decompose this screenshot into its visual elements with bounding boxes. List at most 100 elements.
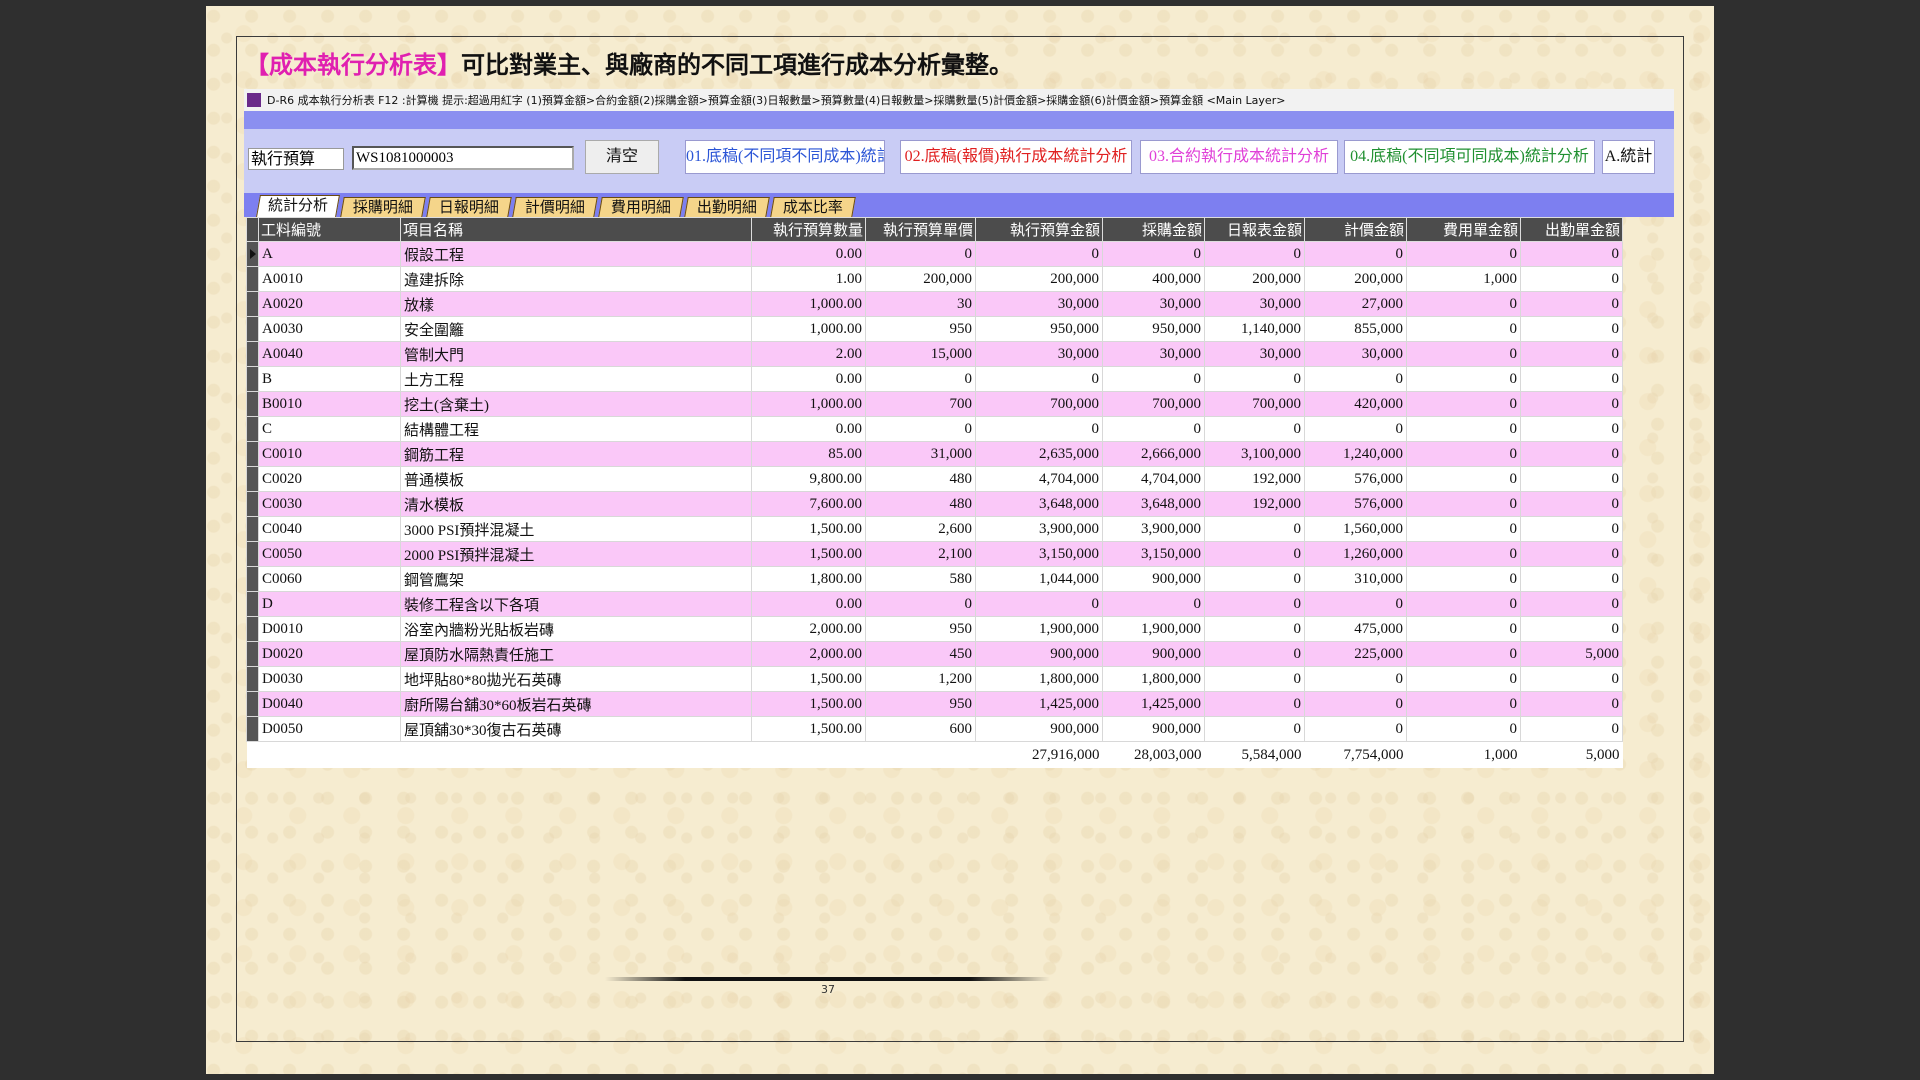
row-selector[interactable] — [246, 516, 259, 542]
table-cell[interactable]: 950 — [865, 616, 976, 642]
row-selector[interactable] — [246, 391, 259, 417]
table-cell[interactable]: 0 — [1520, 241, 1623, 267]
table-row[interactable]: A0040 管制大門 2.00 15,000 30,000 30,000 30,000 30,… — [246, 341, 1623, 367]
table-cell[interactable]: 576,000 — [1304, 491, 1407, 517]
table-cell[interactable]: 管制大門 — [400, 341, 752, 367]
table-cell[interactable]: 3000 PSI預拌混凝土 — [400, 516, 752, 542]
table-cell[interactable]: 0 — [1406, 566, 1521, 592]
table-cell[interactable]: 0 — [1520, 366, 1623, 392]
table-cell[interactable]: 0 — [975, 591, 1103, 617]
table-cell[interactable]: 0 — [1520, 291, 1623, 317]
table-cell[interactable]: 0 — [1204, 616, 1305, 642]
table-cell[interactable]: 3,648,000 — [975, 491, 1103, 517]
table-row[interactable]: A0010 違建拆除 1.00 200,000 200,000 400,000 200,00… — [246, 266, 1623, 292]
table-cell[interactable]: 0 — [1406, 641, 1521, 667]
table-cell[interactable]: D0030 — [258, 666, 401, 692]
table-cell[interactable]: 1,500.00 — [751, 516, 866, 542]
table-cell[interactable]: 1,260,000 — [1304, 541, 1407, 567]
table-cell[interactable]: 200,000 — [865, 266, 976, 292]
table-row[interactable]: C0020 普通模板 9,800.00 480 4,704,000 4,704,000 19… — [246, 466, 1623, 492]
table-cell[interactable]: 0 — [865, 366, 976, 392]
table-cell[interactable]: 結構體工程 — [400, 416, 752, 442]
table-cell[interactable]: 0 — [1204, 416, 1305, 442]
table-cell[interactable]: 0 — [1304, 241, 1407, 267]
table-cell[interactable]: 裝修工程含以下各項 — [400, 591, 752, 617]
analysis-button-5[interactable]: A.統計 — [1602, 140, 1655, 174]
table-cell[interactable]: 200,000 — [1304, 266, 1407, 292]
table-cell[interactable]: 2,000.00 — [751, 641, 866, 667]
table-cell[interactable]: 普通模板 — [400, 466, 752, 492]
table-cell[interactable]: 0 — [1204, 366, 1305, 392]
table-cell[interactable]: 950 — [865, 316, 976, 342]
row-selector[interactable] — [246, 641, 259, 667]
table-row[interactable]: A0030 安全圍籬 1,000.00 950 950,000 950,000 1,140,… — [246, 316, 1623, 342]
table-cell[interactable]: 鋼管鷹架 — [400, 566, 752, 592]
tab-1[interactable]: 統計分析 — [256, 195, 340, 217]
table-cell[interactable]: 0 — [1406, 441, 1521, 467]
table-cell[interactable]: D0010 — [258, 616, 401, 642]
table-cell[interactable]: 0 — [1102, 416, 1205, 442]
column-header[interactable]: 項目名稱 — [400, 217, 752, 242]
table-cell[interactable]: A0030 — [258, 316, 401, 342]
table-cell[interactable]: 1,000.00 — [751, 291, 866, 317]
table-cell[interactable]: 1,000 — [1406, 266, 1521, 292]
table-cell[interactable]: 3,100,000 — [1204, 441, 1305, 467]
table-cell[interactable]: 0 — [1406, 616, 1521, 642]
table-cell[interactable]: 0 — [1520, 616, 1623, 642]
table-cell[interactable]: 0 — [1406, 416, 1521, 442]
table-cell[interactable]: 土方工程 — [400, 366, 752, 392]
table-cell[interactable]: 0 — [1520, 466, 1623, 492]
table-cell[interactable]: 0 — [865, 241, 976, 267]
table-cell[interactable]: C — [258, 416, 401, 442]
table-cell[interactable]: 0 — [1406, 291, 1521, 317]
table-cell[interactable]: 0 — [1406, 666, 1521, 692]
table-cell[interactable]: 4,704,000 — [1102, 466, 1205, 492]
table-cell[interactable]: 0 — [1406, 491, 1521, 517]
row-selector[interactable] — [246, 291, 259, 317]
table-cell[interactable]: 廚所陽台舖30*60板岩石英磚 — [400, 691, 752, 717]
table-cell[interactable]: 0 — [1406, 241, 1521, 267]
table-cell[interactable]: 855,000 — [1304, 316, 1407, 342]
table-cell[interactable]: 310,000 — [1304, 566, 1407, 592]
table-cell[interactable]: 2,600 — [865, 516, 976, 542]
table-cell[interactable]: 0.00 — [751, 591, 866, 617]
table-cell[interactable]: 0 — [1520, 541, 1623, 567]
table-cell[interactable]: 0 — [1304, 366, 1407, 392]
table-cell[interactable]: 225,000 — [1304, 641, 1407, 667]
row-selector[interactable] — [246, 241, 259, 267]
table-row[interactable]: C0030 清水模板 7,600.00 480 3,648,000 3,648,000 19… — [246, 491, 1623, 517]
table-cell[interactable]: 1,000.00 — [751, 391, 866, 417]
table-cell[interactable]: 0 — [1102, 241, 1205, 267]
table-cell[interactable]: 30,000 — [1102, 291, 1205, 317]
table-row[interactable]: D 裝修工程含以下各項 0.00 0 0 0 0 0 0 0 — [246, 591, 1623, 617]
table-cell[interactable]: 0 — [1520, 441, 1623, 467]
table-cell[interactable]: 1,425,000 — [1102, 691, 1205, 717]
table-cell[interactable]: 3,150,000 — [975, 541, 1103, 567]
table-cell[interactable]: 2000 PSI預拌混凝土 — [400, 541, 752, 567]
table-cell[interactable]: 1,500.00 — [751, 691, 866, 717]
table-row[interactable]: C0010 鋼筋工程 85.00 31,000 2,635,000 2,666,000 3,… — [246, 441, 1623, 467]
analysis-button-3[interactable]: 03.合約執行成本統計分析 — [1140, 140, 1338, 174]
table-cell[interactable]: 4,704,000 — [975, 466, 1103, 492]
table-cell[interactable]: 0 — [1520, 266, 1623, 292]
table-cell[interactable]: 1,800.00 — [751, 566, 866, 592]
row-selector[interactable] — [246, 441, 259, 467]
table-cell[interactable]: 900,000 — [975, 641, 1103, 667]
table-cell[interactable]: 1,500.00 — [751, 541, 866, 567]
table-cell[interactable]: 30,000 — [1204, 341, 1305, 367]
table-cell[interactable]: 30,000 — [975, 291, 1103, 317]
table-cell[interactable]: 200,000 — [975, 266, 1103, 292]
table-cell[interactable]: 1,240,000 — [1304, 441, 1407, 467]
table-cell[interactable]: 2,635,000 — [975, 441, 1103, 467]
analysis-button-4[interactable]: 04.底稿(不同項可同成本)統計分析 — [1344, 140, 1595, 174]
row-selector[interactable] — [246, 566, 259, 592]
budget-input[interactable]: WS1081000003 — [352, 146, 574, 170]
table-cell[interactable]: 1,900,000 — [975, 616, 1103, 642]
table-cell[interactable]: 30,000 — [975, 341, 1103, 367]
column-header[interactable]: 計價金額 — [1304, 217, 1407, 242]
table-cell[interactable]: 0 — [1406, 691, 1521, 717]
tab-5[interactable]: 費用明細 — [598, 197, 684, 217]
table-cell[interactable]: 屋頂舖30*30復古石英磚 — [400, 716, 752, 742]
table-cell[interactable]: C0050 — [258, 541, 401, 567]
table-cell[interactable]: 27,000 — [1304, 291, 1407, 317]
